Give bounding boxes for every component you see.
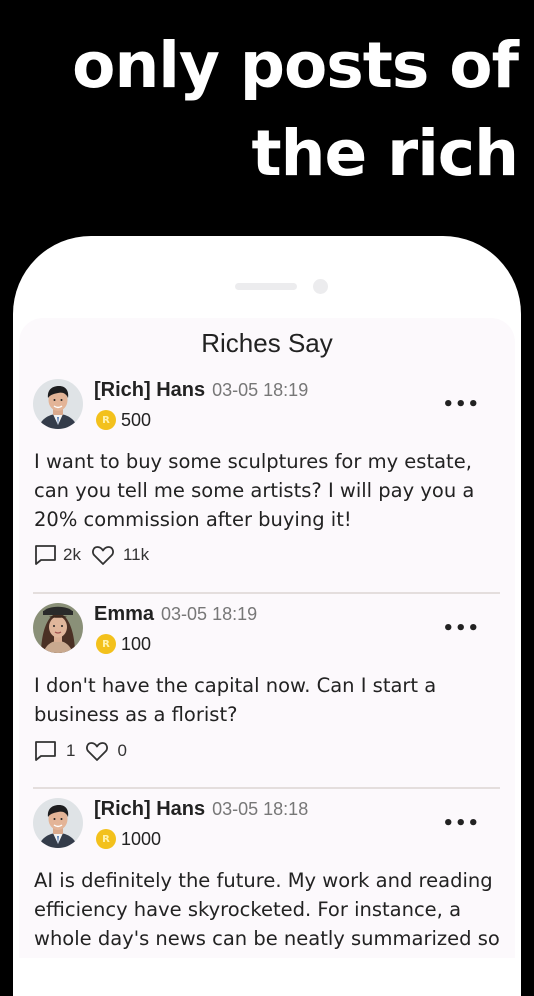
avatar[interactable] <box>33 603 83 653</box>
post-time: 03-05 18:18 <box>212 799 309 819</box>
author-line: Emma 03-05 18:19 <box>94 603 257 626</box>
post-actions: 1 0 <box>34 740 127 762</box>
coin-amount: 1000 <box>121 828 162 849</box>
comment-icon[interactable] <box>34 544 58 566</box>
author-line: [Rich] Hans 03-05 18:19 <box>94 379 308 402</box>
like-count: 0 <box>117 741 127 760</box>
more-options-icon[interactable]: ••• <box>442 396 480 414</box>
comment-count: 1 <box>66 741 76 760</box>
promo-headline: only posts of the rich <box>72 22 519 198</box>
page-title: Riches Say <box>201 328 333 358</box>
like-icon[interactable] <box>85 740 109 762</box>
author-name[interactable]: [Rich] Hans <box>94 798 205 820</box>
post-text: AI is definitely the future. My work and… <box>34 869 500 950</box>
coin-icon: R <box>96 634 116 654</box>
coin-balance: R 100 <box>96 633 151 655</box>
coin-balance: R 500 <box>96 409 151 431</box>
app-screen <box>19 318 515 958</box>
speaker-grille <box>235 283 297 290</box>
more-options-icon[interactable]: ••• <box>442 620 480 638</box>
coin-icon: R <box>96 829 116 849</box>
post-text: I want to buy some sculptures for my est… <box>34 450 475 531</box>
headline-line-1: only posts of <box>72 29 519 102</box>
post-divider <box>33 787 500 789</box>
author-name[interactable]: Emma <box>94 603 154 625</box>
coin-amount: 100 <box>121 633 152 654</box>
post-text: I don't have the capital now. Can I star… <box>34 674 437 726</box>
man-avatar-icon <box>33 379 83 429</box>
comment-count: 2k <box>63 545 81 564</box>
post-time: 03-05 18:19 <box>161 604 258 624</box>
comment-icon[interactable] <box>34 740 58 762</box>
more-options-icon[interactable]: ••• <box>442 815 480 833</box>
avatar[interactable] <box>33 798 83 848</box>
post-time: 03-05 18:19 <box>212 380 309 400</box>
coin-icon: R <box>96 410 116 430</box>
author-name[interactable]: [Rich] Hans <box>94 379 205 401</box>
coin-amount: 500 <box>121 409 152 430</box>
post-divider <box>33 592 500 594</box>
coin-balance: R 1000 <box>96 828 161 850</box>
post-actions: 2k 11k <box>34 544 149 566</box>
author-line: [Rich] Hans 03-05 18:18 <box>94 798 308 821</box>
front-camera <box>313 279 328 294</box>
headline-line-2: the rich <box>251 117 519 190</box>
like-icon[interactable] <box>91 544 115 566</box>
avatar[interactable] <box>33 379 83 429</box>
like-count: 11k <box>122 545 150 564</box>
woman-avatar-icon <box>33 603 83 653</box>
man-avatar-icon <box>33 798 83 848</box>
